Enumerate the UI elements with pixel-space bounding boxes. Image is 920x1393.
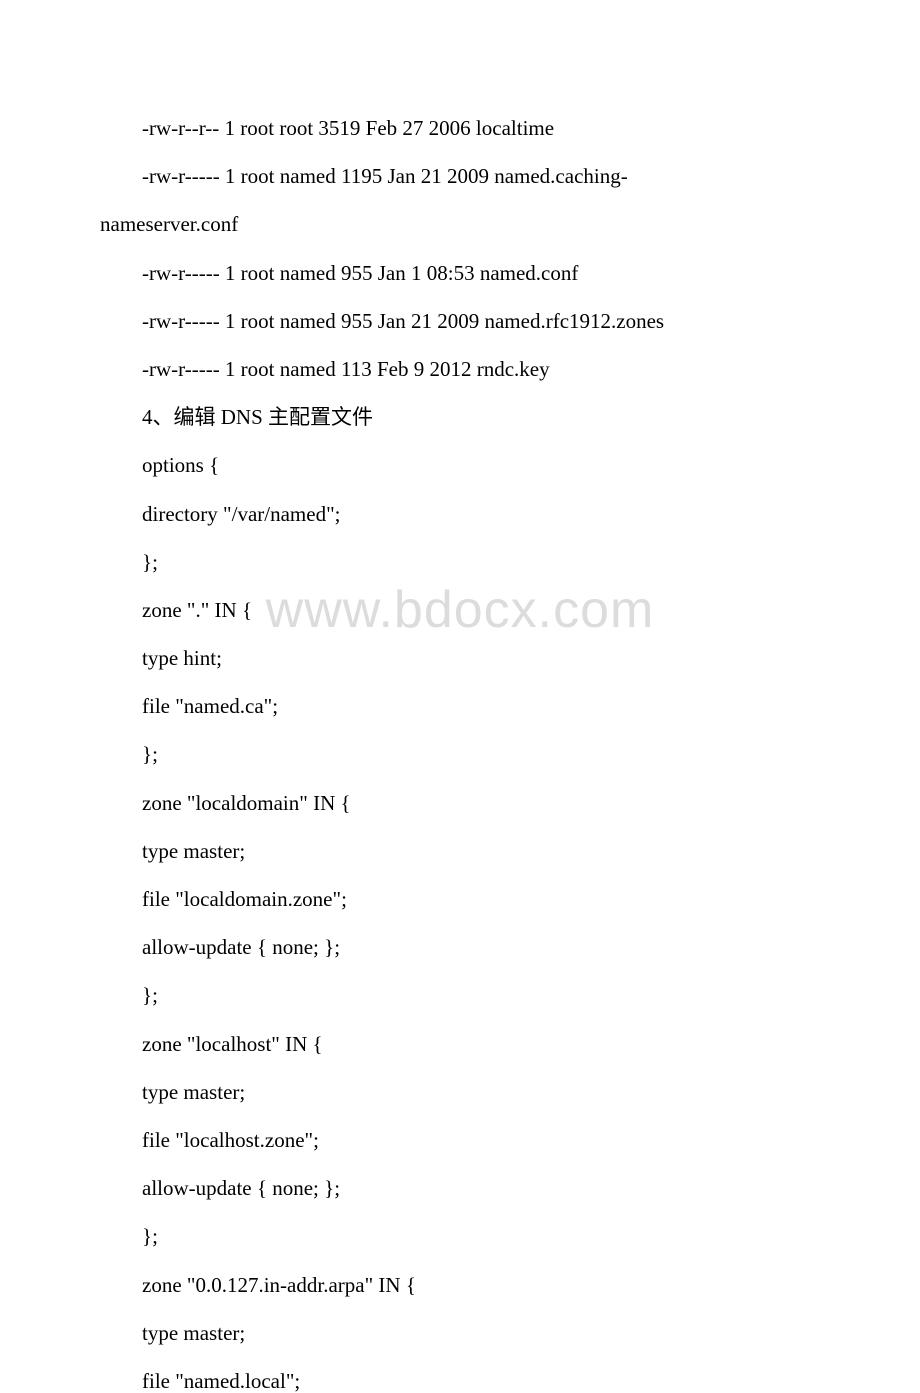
document-line: nameserver.conf [100, 214, 820, 235]
document-line: zone "." IN { [100, 600, 820, 621]
document-line: file "named.ca"; [100, 696, 820, 717]
document-line: 4、编辑 DNS 主配置文件 [100, 407, 820, 428]
document-line: -rw-r----- 1 root named 955 Jan 1 08:53 … [100, 263, 820, 284]
document-content: -rw-r--r-- 1 root root 3519 Feb 27 2006 … [0, 0, 920, 1392]
document-line: file "localhost.zone"; [100, 1130, 820, 1151]
document-line: allow-update { none; }; [100, 937, 820, 958]
document-line: type master; [100, 1082, 820, 1103]
document-line: options { [100, 455, 820, 476]
document-line: allow-update { none; }; [100, 1178, 820, 1199]
document-line: directory "/var/named"; [100, 504, 820, 525]
document-line: type hint; [100, 648, 820, 669]
document-line: }; [100, 1226, 820, 1247]
document-line: -rw-r----- 1 root named 1195 Jan 21 2009… [100, 166, 820, 187]
document-line: file "named.local"; [100, 1371, 820, 1392]
document-line: type master; [100, 841, 820, 862]
document-line: -rw-r----- 1 root named 955 Jan 21 2009 … [100, 311, 820, 332]
document-line: zone "localhost" IN { [100, 1034, 820, 1055]
document-line: -rw-r----- 1 root named 113 Feb 9 2012 r… [100, 359, 820, 380]
document-line: }; [100, 552, 820, 573]
document-line: }; [100, 744, 820, 765]
document-line: -rw-r--r-- 1 root root 3519 Feb 27 2006 … [100, 118, 820, 139]
document-line: type master; [100, 1323, 820, 1344]
document-line: zone "localdomain" IN { [100, 793, 820, 814]
document-line: zone "0.0.127.in-addr.arpa" IN { [100, 1275, 820, 1296]
document-line: }; [100, 985, 820, 1006]
document-line: file "localdomain.zone"; [100, 889, 820, 910]
